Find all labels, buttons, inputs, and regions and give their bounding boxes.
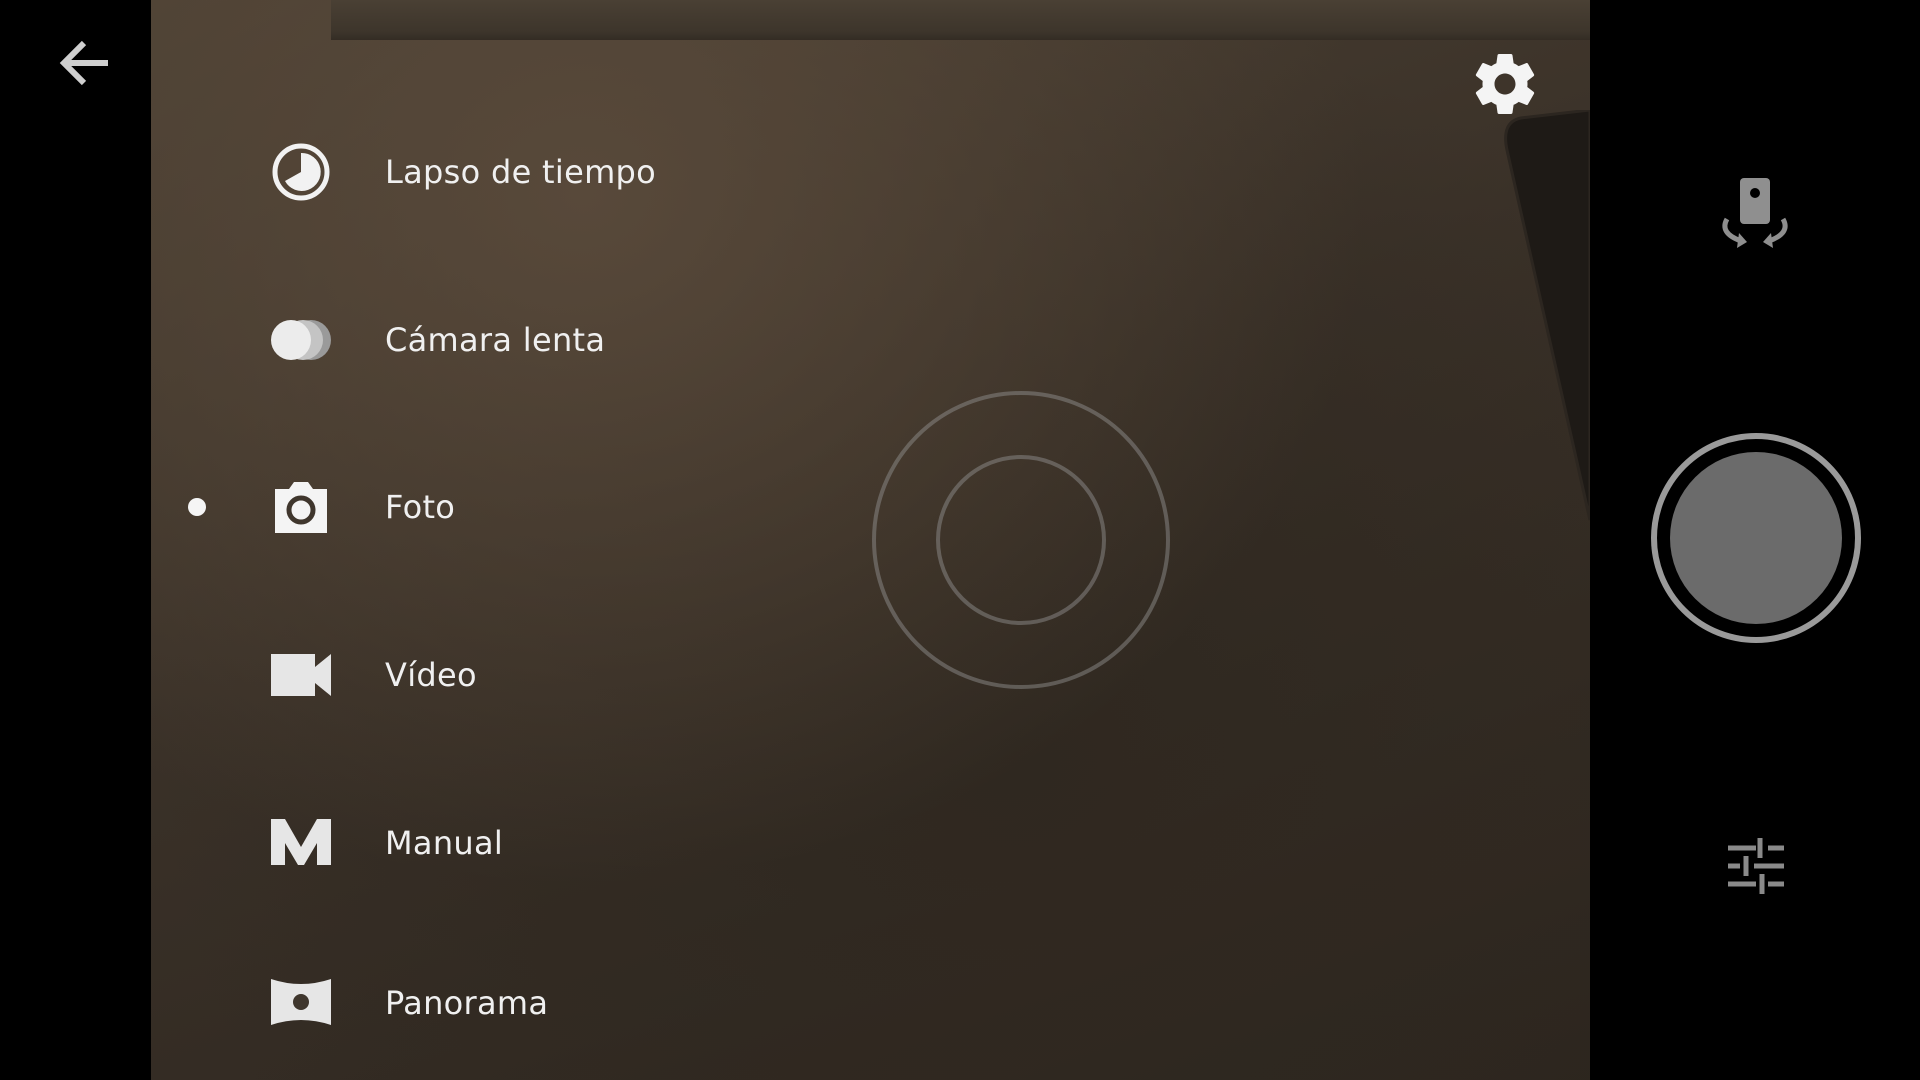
mode-label: Lapso de tiempo — [385, 153, 657, 191]
mode-item-panorama[interactable]: Panorama — [171, 948, 811, 1058]
right-control-bar — [1590, 0, 1920, 1080]
arrow-back-icon — [59, 40, 108, 86]
switch-camera-button[interactable] — [1715, 175, 1795, 255]
mode-label: Foto — [385, 488, 456, 526]
slow-motion-icon — [271, 310, 331, 370]
mode-label: Panorama — [385, 984, 549, 1022]
back-button[interactable] — [50, 28, 120, 98]
mode-label: Vídeo — [385, 656, 477, 694]
selected-indicator — [188, 498, 206, 516]
adjust-settings-button[interactable] — [1720, 836, 1790, 896]
mode-item-manual[interactable]: Manual — [171, 788, 811, 898]
gear-icon — [1475, 54, 1535, 114]
shutter-button[interactable] — [1650, 432, 1862, 644]
videocam-icon — [271, 645, 331, 705]
switch-camera-icon — [1722, 178, 1788, 248]
viewfinder-scene-object — [1504, 110, 1590, 521]
mode-label: Cámara lenta — [385, 321, 606, 359]
panorama-icon — [271, 973, 331, 1033]
camera-viewfinder[interactable]: Lapso de tiempo Cámara lenta Foto Vídeo … — [151, 0, 1590, 1080]
focus-indicator — [872, 391, 1170, 689]
settings-button[interactable] — [1469, 48, 1541, 120]
tune-icon — [1728, 838, 1784, 894]
left-bar — [0, 0, 151, 1080]
mode-item-photo[interactable]: Foto — [171, 452, 811, 562]
mode-item-video[interactable]: Vídeo — [171, 620, 811, 730]
manual-m-icon — [271, 813, 331, 873]
shutter-icon — [1651, 433, 1861, 643]
camera-icon — [271, 477, 331, 537]
mode-item-slow-motion[interactable]: Cámara lenta — [171, 285, 811, 395]
timelapse-icon — [271, 142, 331, 202]
mode-item-timelapse[interactable]: Lapso de tiempo — [171, 117, 811, 227]
mode-label: Manual — [385, 824, 504, 862]
mode-menu: Lapso de tiempo Cámara lenta Foto Vídeo … — [151, 0, 851, 1080]
